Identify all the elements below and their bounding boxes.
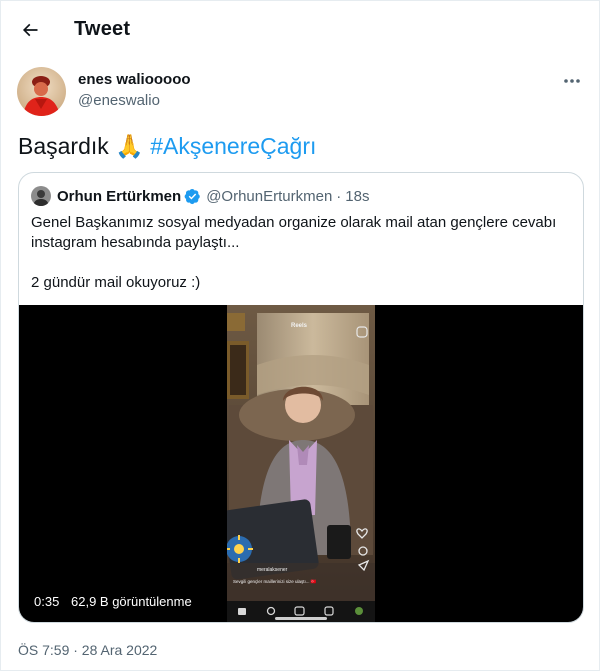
tweet-author: enes waliooooo @eneswalio bbox=[17, 67, 587, 117]
tweet-text: Başardık 🙏 #AkşenereÇağrı bbox=[18, 131, 316, 161]
quoted-author-handle: @OrhunErturkmen bbox=[206, 187, 333, 205]
tweet-timestamp[interactable]: ÖS 7:59 · 28 Ara 2022 bbox=[18, 642, 157, 658]
quoted-tweet-card[interactable]: Orhun Ertürkmen @OrhunErturkmen · 18s Ge… bbox=[18, 172, 584, 623]
video-frame: Reels meralaksener Sevgili gençler maill… bbox=[227, 305, 375, 622]
quoted-avatar-image bbox=[31, 186, 51, 206]
more-button[interactable] bbox=[557, 69, 587, 93]
author-avatar[interactable] bbox=[17, 67, 66, 116]
reel-username: meralaksener bbox=[257, 567, 288, 573]
praying-hands-emoji: 🙏 bbox=[115, 133, 144, 159]
avatar-image bbox=[17, 67, 66, 116]
verified-badge-icon bbox=[184, 188, 201, 205]
quoted-text-line: Genel Başkanımız sosyal medyadan organiz… bbox=[31, 214, 557, 231]
top-bar: Tweet bbox=[1, 1, 600, 57]
page-title: Tweet bbox=[74, 18, 131, 40]
quoted-author-name: Orhun Ertürkmen bbox=[57, 187, 182, 205]
author-display-name[interactable]: enes waliooooo bbox=[78, 71, 191, 88]
reels-label: Reels bbox=[291, 323, 308, 329]
hashtag-link[interactable]: #AkşenereÇağrı bbox=[150, 133, 316, 159]
quoted-text-line: instagram hesabında paylaştı... bbox=[31, 234, 240, 251]
video-views: 62,9 B görüntülenme bbox=[71, 594, 192, 609]
quoted-text-line: 2 gündür mail okuyoruz :) bbox=[31, 274, 201, 291]
video-player[interactable]: Reels meralaksener Sevgili gençler maill… bbox=[19, 305, 583, 622]
author-handle[interactable]: @eneswalio bbox=[78, 92, 160, 109]
quoted-tweet-time: 18s bbox=[345, 187, 370, 205]
arrow-left-icon bbox=[22, 23, 38, 37]
quoted-tweet-text: Genel Başkanımız sosyal medyadan organiz… bbox=[31, 213, 571, 293]
tweet-page: Tweet enes waliooooo @eneswalio Başardık… bbox=[0, 0, 600, 671]
video-duration: 0:35 bbox=[34, 594, 60, 609]
separator-dot: · bbox=[336, 187, 342, 205]
quoted-tweet-header: Orhun Ertürkmen @OrhunErturkmen · 18s bbox=[31, 185, 369, 207]
quoted-author-avatar bbox=[31, 186, 51, 206]
video-thumbnail bbox=[227, 305, 375, 622]
tweet-text-main: Başardık bbox=[18, 133, 109, 159]
more-horizontal-icon bbox=[564, 79, 580, 83]
back-button[interactable] bbox=[13, 13, 47, 47]
reel-caption: Sevgili gençler maillerinizi size ulaştı… bbox=[233, 579, 317, 584]
